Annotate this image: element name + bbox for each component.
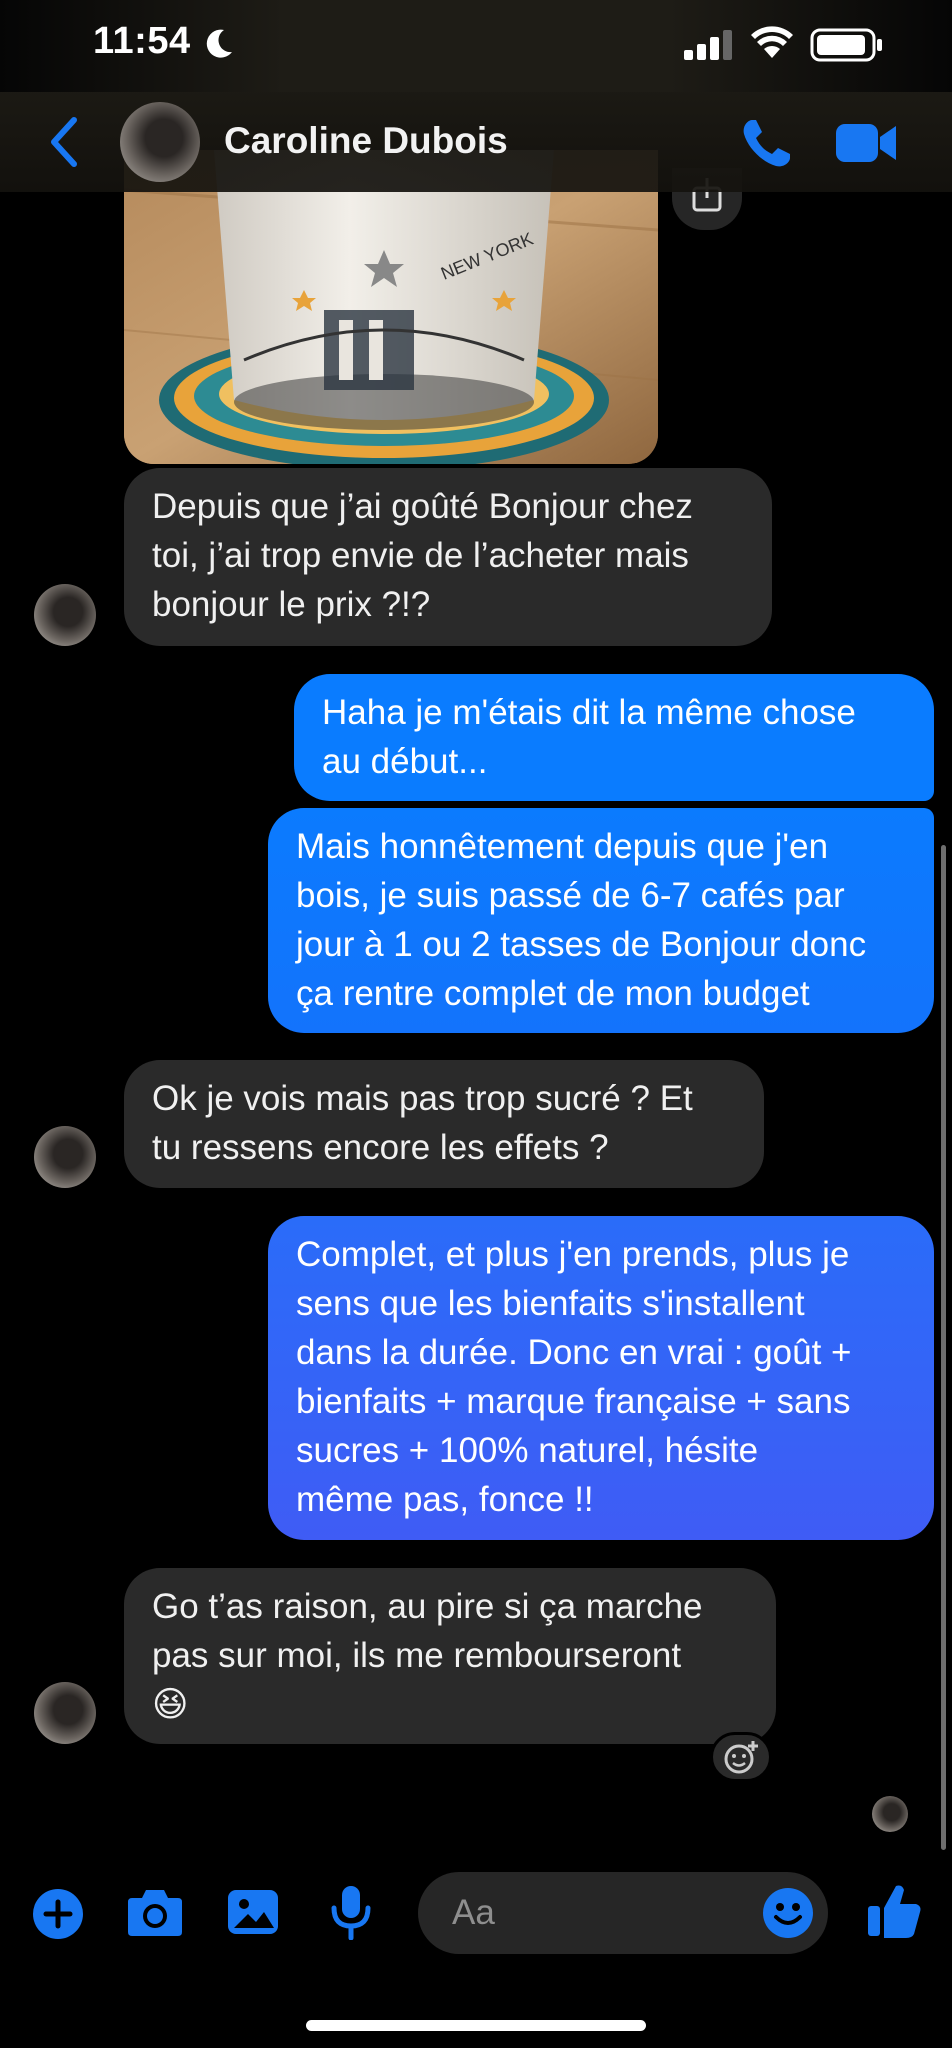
message-input[interactable] — [452, 1872, 752, 1954]
chat-thread[interactable]: NEW YORK Depuis que j’ai goûté Bonjour c… — [0, 0, 952, 1850]
message-line: bonjour le prix ?!? — [152, 585, 431, 624]
conversation-header: Caroline Dubois — [0, 92, 952, 192]
add-reaction-button[interactable] — [710, 1732, 772, 1782]
message-line: toi, j’ai trop envie de l’acheter mais — [152, 536, 689, 575]
seen-indicator-avatar — [872, 1796, 908, 1832]
moon-icon — [206, 29, 232, 58]
message-incoming[interactable]: Depuis que j’ai goûté Bonjour chez toi, … — [124, 468, 772, 646]
contact-avatar[interactable] — [34, 584, 96, 646]
message-compose-field[interactable] — [418, 1872, 828, 1954]
message-line: Complet, et plus j'en prends, plus je — [296, 1235, 850, 1274]
message-line: même pas, fonce !! — [296, 1480, 594, 1519]
message-line: au début... — [322, 742, 488, 781]
message-incoming[interactable]: Go t’as raison, au pire si ça marche pas… — [124, 1568, 776, 1744]
message-incoming[interactable]: Ok je vois mais pas trop sucré ? Et tu r… — [124, 1060, 764, 1188]
status-time: 11:54 — [93, 20, 191, 62]
message-line: Go t’as raison, au pire si ça marche — [152, 1587, 703, 1626]
message-line: Ok je vois mais pas trop sucré ? Et — [152, 1079, 693, 1118]
camera-icon[interactable] — [126, 1888, 184, 1938]
message-outgoing[interactable]: Complet, et plus j'en prends, plus je se… — [268, 1216, 934, 1540]
microphone-icon[interactable] — [328, 1884, 374, 1940]
gallery-icon[interactable] — [226, 1886, 280, 1938]
battery-icon — [810, 28, 882, 62]
message-line: Mais honnêtement depuis que j'en — [296, 827, 829, 866]
message-line: jour à 1 ou 2 tasses de Bonjour donc — [296, 925, 867, 964]
message-line: sucres + 100% naturel, hésite — [296, 1431, 759, 1470]
back-icon[interactable] — [44, 114, 84, 170]
composer-toolbar — [0, 1868, 952, 1964]
message-line: tu ressens encore les effets ? — [152, 1128, 609, 1167]
message-line: Haha je m'étais dit la même chose — [322, 693, 856, 732]
video-icon[interactable] — [834, 120, 898, 166]
status-bar: 11:54 — [0, 0, 952, 92]
contact-name[interactable]: Caroline Dubois — [224, 120, 508, 162]
contact-avatar[interactable] — [34, 1682, 96, 1744]
add-reaction-icon — [724, 1741, 758, 1774]
emoji-message-line: 😆 — [152, 1685, 189, 1724]
contact-avatar[interactable] — [120, 102, 200, 182]
photo-message[interactable]: NEW YORK — [124, 150, 658, 464]
message-line: sens que les bienfaits s'installent — [296, 1284, 805, 1323]
message-outgoing[interactable]: Haha je m'étais dit la même chose au déb… — [294, 674, 934, 801]
plus-icon[interactable] — [32, 1888, 84, 1940]
cellular-signal-icon — [684, 30, 732, 60]
phone-icon[interactable] — [738, 116, 794, 172]
wifi-icon — [751, 26, 793, 58]
home-indicator[interactable] — [306, 2020, 646, 2031]
message-outgoing[interactable]: Mais honnêtement depuis que j'en bois, j… — [268, 808, 934, 1033]
contact-avatar[interactable] — [34, 1126, 96, 1188]
emoji-icon[interactable] — [762, 1887, 814, 1939]
message-line: pas sur moi, ils me rembourseront — [152, 1636, 682, 1675]
message-line: Depuis que j’ai goûté Bonjour chez — [152, 487, 693, 526]
message-line: bienfaits + marque française + sans — [296, 1382, 851, 1421]
scrollbar[interactable] — [941, 845, 946, 1850]
message-line: bois, je suis passé de 6-7 cafés par — [296, 876, 845, 915]
message-line: ça rentre complet de mon budget — [296, 974, 810, 1013]
message-line: dans la durée. Donc en vrai : goût + — [296, 1333, 852, 1372]
thumbs-up-icon[interactable] — [866, 1882, 922, 1940]
